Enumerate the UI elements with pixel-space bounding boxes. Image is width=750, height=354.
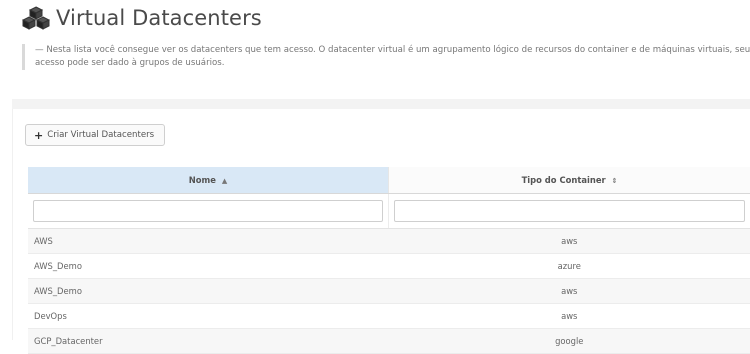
column-header-name[interactable]: Nome ▲	[28, 167, 389, 194]
filter-row	[28, 194, 750, 229]
cell-name: AWS_Demo	[28, 254, 389, 279]
cell-container-type: aws	[389, 304, 750, 329]
column-header-label: Tipo do Container	[522, 175, 606, 185]
cell-name: GCP_Datacenter	[28, 329, 389, 354]
table-row[interactable]: GCP_Datacentergoogle	[28, 329, 750, 354]
plus-icon: +	[34, 129, 43, 142]
cell-container-type: azure	[389, 254, 750, 279]
create-button-label: Criar Virtual Datacenters	[47, 130, 154, 140]
column-header-container-type[interactable]: Tipo do Container ⇕	[389, 167, 750, 194]
table-row[interactable]: DevOpsaws	[28, 304, 750, 329]
filter-container-type-input[interactable]	[394, 200, 745, 222]
filter-name-input[interactable]	[33, 200, 383, 222]
cell-container-type: aws	[389, 229, 750, 254]
table-row[interactable]: AWSaws	[28, 229, 750, 254]
page-header: Virtual Datacenters	[22, 6, 262, 30]
page-title: Virtual Datacenters	[56, 6, 262, 30]
filter-cell-type	[389, 194, 750, 229]
datacenters-table: Nome ▲ Tipo do Container ⇕ AWSawsAWS_Dem…	[28, 167, 750, 354]
cell-container-type: aws	[389, 279, 750, 304]
cell-name: AWS	[28, 229, 389, 254]
panel-header-bar	[12, 99, 750, 109]
page-description: — Nesta lista você consegue ver os datac…	[22, 44, 750, 70]
table-body: AWSawsAWS_DemoazureAWS_DemoawsDevOpsawsG…	[28, 229, 750, 354]
column-header-label: Nome	[189, 175, 216, 185]
table-header-row: Nome ▲ Tipo do Container ⇕	[28, 167, 750, 194]
cell-name: AWS_Demo	[28, 279, 389, 304]
cubes-icon	[22, 6, 50, 30]
filter-cell-name	[28, 194, 389, 229]
create-virtual-datacenter-button[interactable]: + Criar Virtual Datacenters	[25, 124, 165, 146]
title-row: Virtual Datacenters	[22, 6, 262, 30]
sort-ascending-icon: ▲	[222, 177, 227, 185]
table-row[interactable]: AWS_Demoazure	[28, 254, 750, 279]
cell-name: DevOps	[28, 304, 389, 329]
cell-container-type: google	[389, 329, 750, 354]
sort-both-icon: ⇕	[612, 177, 618, 185]
table-row[interactable]: AWS_Demoaws	[28, 279, 750, 304]
